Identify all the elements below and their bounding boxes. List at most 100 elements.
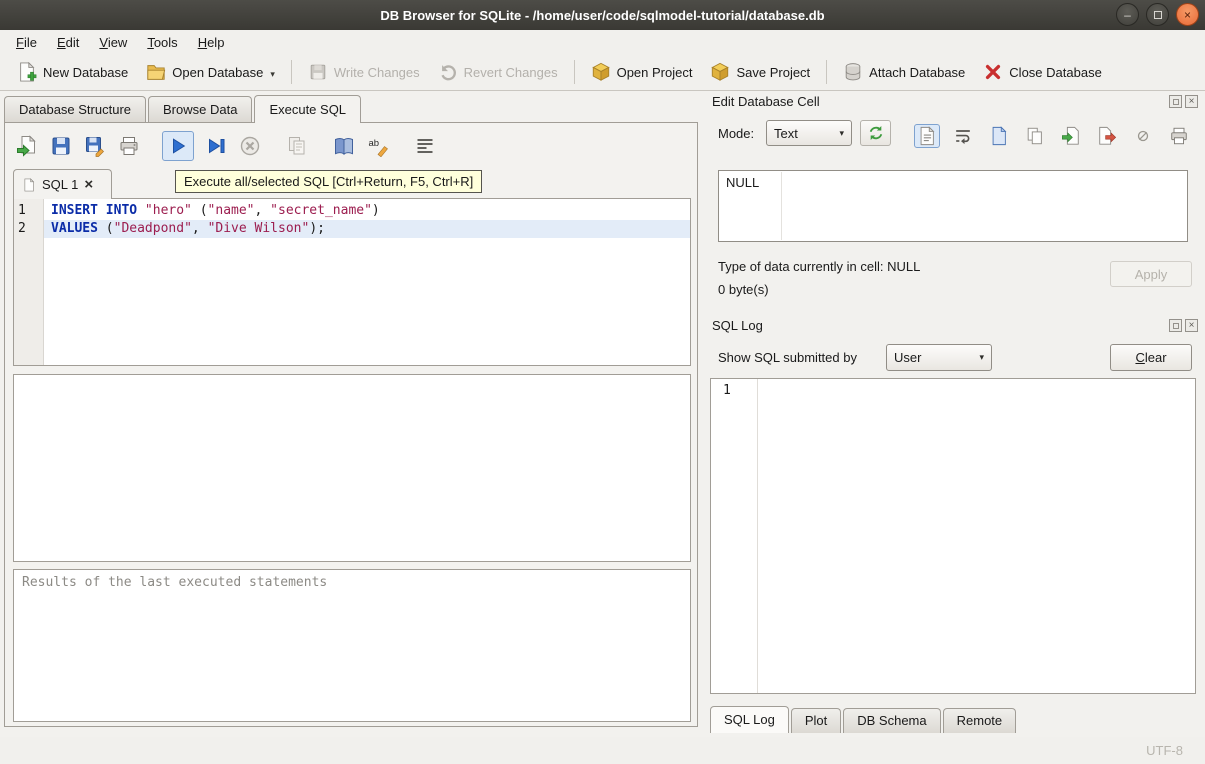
stop-execution-button[interactable] [236, 132, 264, 160]
main-tab-bar: Database Structure Browse Data Execute S… [4, 95, 363, 122]
attach-database-button[interactable]: Attach Database [834, 57, 974, 88]
toolbar-separator [574, 60, 575, 84]
print-cell-button[interactable] [1166, 124, 1192, 148]
format-sql-icon [414, 135, 436, 157]
log-filter-select[interactable]: User ▾ [886, 344, 992, 371]
close-panel-icon[interactable]: × [1185, 95, 1198, 108]
execute-line-button[interactable] [202, 132, 230, 160]
minimize-icon: – [1124, 9, 1131, 21]
sql-tab-label: SQL 1 [42, 177, 78, 192]
cell-editor[interactable]: NULL [718, 170, 1188, 242]
mode-value: Text [774, 126, 798, 141]
window-controls: – × [1116, 3, 1199, 26]
log-filter-label: Show SQL submitted by [718, 350, 857, 365]
line-number: 1 [18, 202, 43, 220]
save-project-button[interactable]: Save Project [701, 57, 819, 88]
log-content [758, 379, 1195, 693]
execute-all-button[interactable] [162, 131, 194, 161]
word-wrap-button[interactable] [950, 124, 976, 148]
open-database-button[interactable]: Open Database ▾ [137, 57, 284, 88]
revert-changes-icon [438, 62, 458, 82]
text-mode-button[interactable] [914, 124, 940, 148]
log-line-number: 1 [723, 383, 731, 398]
find-button[interactable] [330, 132, 358, 160]
save-sql-file-button[interactable] [47, 132, 75, 160]
close-database-button[interactable]: Close Database [974, 57, 1111, 88]
attach-database-icon [843, 62, 863, 82]
edit-cell-panel-controls: × [1169, 95, 1198, 108]
menu-help[interactable]: Help [188, 32, 235, 53]
write-changes-button[interactable]: Write Changes [299, 57, 429, 88]
line-number-gutter: 1 2 [14, 199, 44, 365]
save-sql-as-button[interactable] [81, 132, 109, 160]
chevron-down-icon: ▾ [979, 352, 984, 363]
sql-line-1: INSERT INTO "hero" ("name", "secret_name… [44, 202, 690, 220]
sql-tab-close-icon[interactable]: × [84, 177, 93, 192]
right-panel: Edit Database Cell × Mode: Text ▾ [704, 92, 1202, 737]
menu-view[interactable]: View [89, 32, 137, 53]
export-cell-button[interactable] [1094, 124, 1120, 148]
open-project-icon [591, 62, 611, 82]
results-grid[interactable] [13, 374, 691, 562]
tab-database-structure[interactable]: Database Structure [4, 96, 146, 122]
open-external-icon [989, 126, 1009, 146]
mode-select[interactable]: Text ▾ [766, 120, 852, 146]
line-number: 2 [18, 220, 43, 238]
cell-type-info: Type of data currently in cell: NULL [718, 259, 920, 274]
tab-sql-log[interactable]: SQL Log [710, 706, 789, 733]
export-results-button[interactable] [283, 132, 311, 160]
text-mode-icon [917, 126, 937, 146]
float-panel-icon[interactable] [1169, 95, 1182, 108]
import-cell-button[interactable] [1058, 124, 1084, 148]
tab-plot[interactable]: Plot [791, 708, 841, 733]
apply-button[interactable]: Apply [1110, 261, 1192, 287]
close-icon: × [1184, 9, 1191, 21]
log-line-number-gutter: 1 [711, 379, 758, 693]
print-sql-button[interactable] [115, 132, 143, 160]
clear-log-button[interactable]: Clear [1110, 344, 1192, 371]
minimize-button[interactable]: – [1116, 3, 1139, 26]
execute-line-icon [205, 135, 227, 157]
results-message-box[interactable]: Results of the last executed statements [13, 569, 691, 722]
revert-changes-label: Revert Changes [464, 65, 558, 80]
mode-auto-button[interactable] [860, 120, 891, 146]
log-filter-value: User [894, 350, 921, 365]
tab-remote[interactable]: Remote [943, 708, 1017, 733]
menu-file[interactable]: File [6, 32, 47, 53]
sql-code-area[interactable]: INSERT INTO "hero" ("name", "secret_name… [44, 199, 690, 365]
open-database-dropdown-icon[interactable]: ▾ [270, 69, 275, 84]
sql-editor[interactable]: 1 2 INSERT INTO "hero" ("name", "secret_… [13, 198, 691, 366]
sql-log-title: SQL Log [712, 318, 763, 333]
open-database-label: Open Database [172, 65, 263, 80]
sql-editor-tab[interactable]: SQL 1 × [13, 169, 112, 199]
open-sql-file-button[interactable] [13, 132, 41, 160]
tab-browse-data[interactable]: Browse Data [148, 96, 252, 122]
mode-label: Mode: [718, 126, 754, 141]
maximize-button[interactable] [1146, 3, 1169, 26]
tab-execute-sql[interactable]: Execute SQL [254, 95, 361, 123]
menu-tools[interactable]: Tools [137, 32, 187, 53]
open-project-button[interactable]: Open Project [582, 57, 702, 88]
close-button[interactable]: × [1176, 3, 1199, 26]
sql-toolbar: ab [13, 128, 445, 164]
write-changes-label: Write Changes [334, 65, 420, 80]
tab-db-schema[interactable]: DB Schema [843, 708, 940, 733]
float-panel-icon[interactable] [1169, 319, 1182, 332]
replace-button[interactable]: ab [364, 132, 392, 160]
execute-tooltip: Execute all/selected SQL [Ctrl+Return, F… [175, 170, 482, 193]
copy-cell-button[interactable] [1022, 124, 1048, 148]
edit-cell-title: Edit Database Cell [712, 94, 820, 109]
set-null-icon [1134, 127, 1152, 145]
menu-edit[interactable]: Edit [47, 32, 89, 53]
print-icon [118, 135, 140, 157]
close-panel-icon[interactable]: × [1185, 319, 1198, 332]
open-external-button[interactable] [986, 124, 1012, 148]
sql-line-2-current: VALUES ("Deadpond", "Dive Wilson"); [44, 220, 690, 238]
sql-log-view[interactable]: 1 [710, 378, 1196, 694]
revert-changes-button[interactable]: Revert Changes [429, 57, 567, 88]
new-database-button[interactable]: New Database [8, 57, 137, 88]
execute-all-icon [168, 136, 188, 156]
format-sql-button[interactable] [411, 132, 439, 160]
set-null-button[interactable] [1130, 124, 1156, 148]
save-project-label: Save Project [736, 65, 810, 80]
